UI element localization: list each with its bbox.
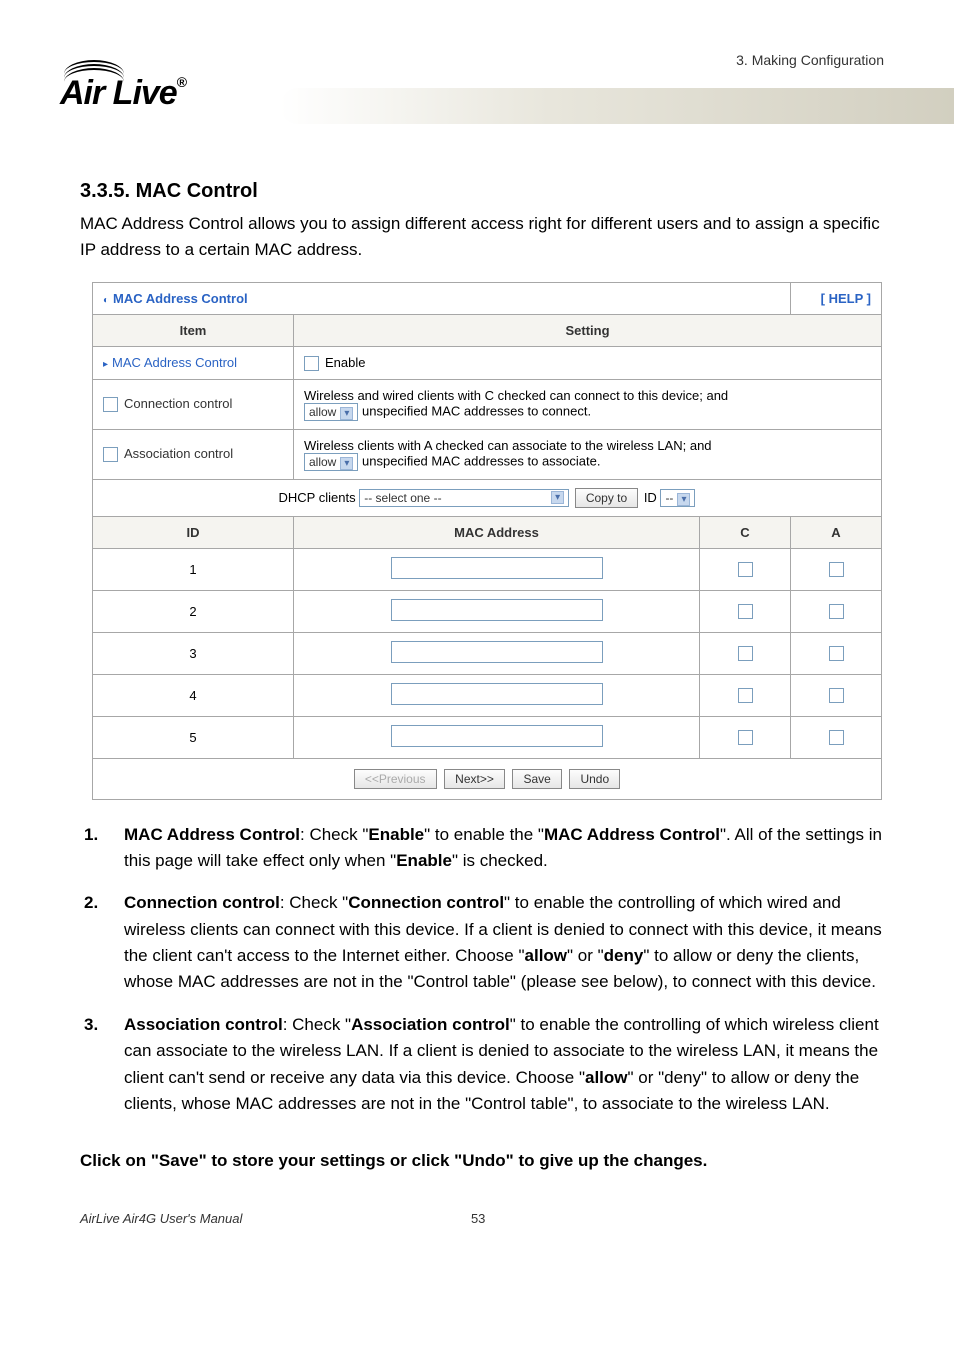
col-item: Item: [93, 314, 294, 346]
next-button[interactable]: Next>>: [444, 769, 505, 789]
mac-input-1[interactable]: [391, 557, 603, 579]
col-a: A: [791, 516, 882, 548]
undo-button[interactable]: Undo: [569, 769, 620, 789]
col-c: C: [700, 516, 791, 548]
c-checkbox-5[interactable]: [738, 730, 753, 745]
col-id: ID: [93, 516, 294, 548]
panel-footer: <<Previous Next>> Save Undo: [93, 758, 882, 799]
connection-control-desc: Wireless and wired clients with C checke…: [294, 379, 882, 429]
footer-left: AirLive Air4G User's Manual: [80, 1211, 242, 1226]
save-button[interactable]: Save: [512, 769, 561, 789]
table-row: 1: [93, 548, 882, 590]
dhcp-row: DHCP clients -- select one --▾ Copy to I…: [93, 479, 882, 516]
a-checkbox-1[interactable]: [829, 562, 844, 577]
table-row: 4: [93, 674, 882, 716]
table-row: 5: [93, 716, 882, 758]
chevron-down-icon: ▾: [551, 491, 564, 504]
a-checkbox-3[interactable]: [829, 646, 844, 661]
page-header: 3. Making Configuration Air Live®: [80, 30, 894, 160]
logo: Air Live®: [60, 60, 186, 113]
section-title: 3.3.5. MAC Control: [80, 180, 894, 203]
help-link[interactable]: [ HELP ]: [791, 282, 882, 314]
description-list: 1. MAC Address Control: Check "Enable" t…: [84, 822, 894, 1117]
mac-input-5[interactable]: [391, 725, 603, 747]
association-control-desc: Wireless clients with A checked can asso…: [294, 429, 882, 479]
col-setting: Setting: [294, 314, 882, 346]
mac-input-4[interactable]: [391, 683, 603, 705]
previous-button[interactable]: <<Previous: [354, 769, 437, 789]
connection-allow-select[interactable]: allow▾: [304, 403, 358, 421]
c-checkbox-2[interactable]: [738, 604, 753, 619]
header-band: [280, 88, 954, 124]
closing-note: Click on "Save" to store your settings o…: [80, 1151, 894, 1171]
enable-label: Enable: [325, 355, 365, 370]
section-lead: MAC Address Control allows you to assign…: [80, 211, 894, 264]
table-row: 2: [93, 590, 882, 632]
list-item: 3. Association control: Check "Associati…: [84, 1012, 894, 1117]
c-checkbox-4[interactable]: [738, 688, 753, 703]
id-select[interactable]: --▾: [660, 489, 695, 507]
connection-control-row: Connection control: [93, 379, 294, 429]
page-footer: AirLive Air4G User's Manual 53: [80, 1211, 894, 1226]
c-checkbox-1[interactable]: [738, 562, 753, 577]
mac-input-3[interactable]: [391, 641, 603, 663]
chevron-down-icon: ▾: [340, 407, 353, 420]
page-number: 53: [471, 1211, 485, 1226]
breadcrumb: 3. Making Configuration: [736, 52, 884, 68]
dhcp-select[interactable]: -- select one --▾: [359, 489, 569, 507]
list-item: 1. MAC Address Control: Check "Enable" t…: [84, 822, 894, 875]
mac-input-2[interactable]: [391, 599, 603, 621]
chevron-down-icon: ▾: [677, 493, 690, 506]
association-control-checkbox[interactable]: [103, 447, 118, 462]
enable-checkbox[interactable]: [304, 356, 319, 371]
col-mac: MAC Address: [294, 516, 700, 548]
a-checkbox-4[interactable]: [829, 688, 844, 703]
mac-control-panel: ◐MAC Address Control [ HELP ] Item Setti…: [92, 282, 882, 800]
connection-control-checkbox[interactable]: [103, 397, 118, 412]
a-checkbox-2[interactable]: [829, 604, 844, 619]
a-checkbox-5[interactable]: [829, 730, 844, 745]
c-checkbox-3[interactable]: [738, 646, 753, 661]
list-item: 2. Connection control: Check "Connection…: [84, 890, 894, 995]
table-row: 3: [93, 632, 882, 674]
chevron-down-icon: ▾: [340, 457, 353, 470]
copy-to-button[interactable]: Copy to: [575, 488, 638, 508]
association-allow-select[interactable]: allow▾: [304, 453, 358, 471]
mac-address-control-row: ▸MAC Address Control: [93, 346, 294, 379]
logo-reg: ®: [177, 74, 186, 90]
panel-title: ◐MAC Address Control: [93, 282, 791, 314]
association-control-row: Association control: [93, 429, 294, 479]
